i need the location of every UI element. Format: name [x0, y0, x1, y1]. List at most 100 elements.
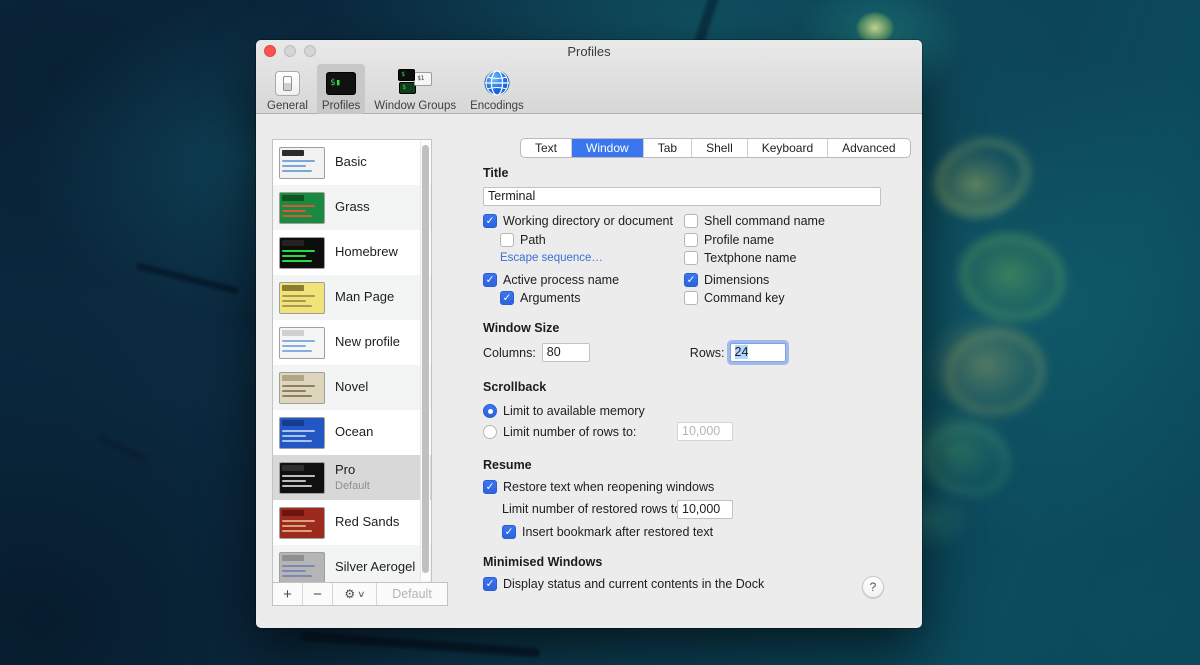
checkbox-row[interactable]: Display status and current contents in t…: [483, 575, 764, 594]
escape-sequence-link[interactable]: Escape sequence…: [500, 252, 603, 264]
tab-window[interactable]: Window: [572, 139, 644, 157]
restore-text-checkbox[interactable]: [483, 480, 497, 494]
tab-tab[interactable]: Tab: [644, 139, 692, 157]
columns-label: Columns:: [483, 346, 536, 360]
wallpaper-streak: [136, 262, 240, 294]
chevron-down-icon: ∨: [357, 589, 366, 600]
arguments-checkbox[interactable]: [500, 291, 514, 305]
profile-row-homebrew[interactable]: Homebrew: [273, 230, 431, 275]
checkbox-label: Dimensions: [704, 273, 769, 287]
working-directory-checkbox[interactable]: [483, 214, 497, 228]
gear-icon: ⚙: [344, 587, 355, 601]
checkbox-row[interactable]: Profile name: [684, 231, 825, 250]
restored-rows-input[interactable]: 10,000: [677, 500, 733, 519]
restored-rows-label: Limit number of restored rows to:: [502, 500, 685, 519]
checkbox-label: Command key: [704, 291, 785, 305]
profile-thumbnail: [279, 192, 325, 224]
toolbar-encodings-button[interactable]: Encodings: [465, 64, 529, 114]
tab-keyboard[interactable]: Keyboard: [748, 139, 828, 157]
toolbar-encodings-label: Encodings: [470, 100, 524, 112]
encodings-globe-icon: [480, 67, 514, 99]
title-input[interactable]: Terminal: [483, 187, 881, 206]
profile-name: Man Page: [335, 289, 394, 304]
scrollbar-thumb[interactable]: [422, 145, 429, 573]
checkbox-row[interactable]: Dimensions: [684, 271, 825, 290]
command-key-checkbox[interactable]: [684, 291, 698, 305]
add-profile-button[interactable]: +: [273, 583, 303, 605]
title-components-right-column: Shell command name Profile name Textphon…: [684, 212, 825, 308]
window-title: Profiles: [256, 44, 922, 59]
dimensions-checkbox[interactable]: [684, 273, 698, 287]
profile-actions-menu-button[interactable]: ⚙ ∨: [333, 583, 377, 605]
radio-row[interactable]: Limit to available memory: [483, 402, 645, 421]
checkbox-row[interactable]: Working directory or document: [483, 212, 673, 231]
checkbox-row[interactable]: Insert bookmark after restored text: [502, 523, 713, 542]
path-checkbox[interactable]: [500, 233, 514, 247]
profile-thumbnail: [279, 282, 325, 314]
wallpaper-streak: [300, 632, 540, 658]
profile-thumbnail: [279, 507, 325, 539]
profile-thumbnail: [279, 237, 325, 269]
radio-row[interactable]: Limit number of rows to:: [483, 423, 636, 442]
columns-input[interactable]: 80: [542, 343, 590, 362]
profile-name: Homebrew: [335, 244, 398, 259]
window-chrome: Profiles General $▮ Profiles $$1$ Window…: [256, 40, 922, 114]
checkbox-row[interactable]: Active process name: [483, 271, 673, 290]
limit-rows-radio[interactable]: [483, 425, 497, 439]
profile-row-pro[interactable]: Pro Default: [273, 455, 431, 500]
checkbox-label: Shell command name: [704, 214, 825, 228]
radio-label: Limit to available memory: [503, 404, 645, 418]
checkbox-row[interactable]: Textphone name: [684, 249, 825, 268]
profile-row-novel[interactable]: Novel: [273, 365, 431, 410]
checkbox-label: Textphone name: [704, 251, 796, 265]
profile-name: Red Sands: [335, 514, 399, 529]
textphone-name-checkbox[interactable]: [684, 251, 698, 265]
profile-row-ocean[interactable]: Ocean: [273, 410, 431, 455]
toolbar-window-groups-button[interactable]: $$1$ Window Groups: [369, 64, 461, 114]
checkbox-row[interactable]: Path: [500, 231, 673, 250]
active-process-checkbox[interactable]: [483, 273, 497, 287]
profile-thumbnail: [279, 147, 325, 179]
profile-row-basic[interactable]: Basic: [273, 140, 431, 185]
shell-command-name-checkbox[interactable]: [684, 214, 698, 228]
profiles-preferences-window: Profiles General $▮ Profiles $$1$ Window…: [256, 40, 922, 628]
profile-row-new-profile[interactable]: New profile: [273, 320, 431, 365]
checkbox-row[interactable]: Restore text when reopening windows: [483, 478, 714, 497]
help-button[interactable]: ?: [862, 576, 884, 598]
profile-name: Silver Aerogel: [335, 559, 415, 574]
profile-row-grass[interactable]: Grass: [273, 185, 431, 230]
limit-memory-radio[interactable]: [483, 404, 497, 418]
checkbox-row[interactable]: Command key: [684, 289, 825, 308]
checkbox-row[interactable]: Shell command name: [684, 212, 825, 231]
profile-default-badge: Default: [335, 480, 370, 492]
insert-bookmark-checkbox[interactable]: [502, 525, 516, 539]
tab-shell[interactable]: Shell: [692, 139, 748, 157]
general-icon: [270, 67, 304, 99]
window-size-header: Window Size: [483, 321, 559, 335]
profile-row-man-page[interactable]: Man Page: [273, 275, 431, 320]
checkbox-label: Display status and current contents in t…: [503, 577, 764, 591]
title-bar[interactable]: Profiles: [256, 40, 922, 62]
profile-name: Ocean: [335, 424, 373, 439]
scrollback-rows-input[interactable]: 10,000: [677, 422, 733, 441]
profile-list: Basic Grass Homebrew Man Page New profil…: [272, 139, 432, 583]
profile-name-checkbox[interactable]: [684, 233, 698, 247]
preferences-toolbar: General $▮ Profiles $$1$ Window Groups: [262, 64, 529, 114]
display-status-checkbox[interactable]: [483, 577, 497, 591]
rows-input[interactable]: 24: [730, 343, 786, 362]
profile-list-scrollbar[interactable]: [420, 141, 430, 581]
checkbox-label: Working directory or document: [503, 214, 673, 228]
profile-row-red-sands[interactable]: Red Sands: [273, 500, 431, 545]
remove-profile-button[interactable]: −: [303, 583, 333, 605]
toolbar-general-button[interactable]: General: [262, 64, 313, 114]
scrollback-header: Scrollback: [483, 380, 546, 394]
profile-list-footer: + − ⚙ ∨ Default: [272, 582, 448, 606]
profile-name: Basic: [335, 154, 367, 169]
checkbox-row[interactable]: Arguments: [500, 289, 673, 308]
tab-advanced[interactable]: Advanced: [828, 139, 909, 157]
toolbar-profiles-button[interactable]: $▮ Profiles: [317, 64, 365, 114]
tab-text[interactable]: Text: [521, 139, 572, 157]
profile-row-silver-aerogel[interactable]: Silver Aerogel: [273, 545, 431, 583]
set-default-button[interactable]: Default: [377, 583, 447, 605]
escape-sequence-row: Escape sequence…: [500, 249, 673, 268]
